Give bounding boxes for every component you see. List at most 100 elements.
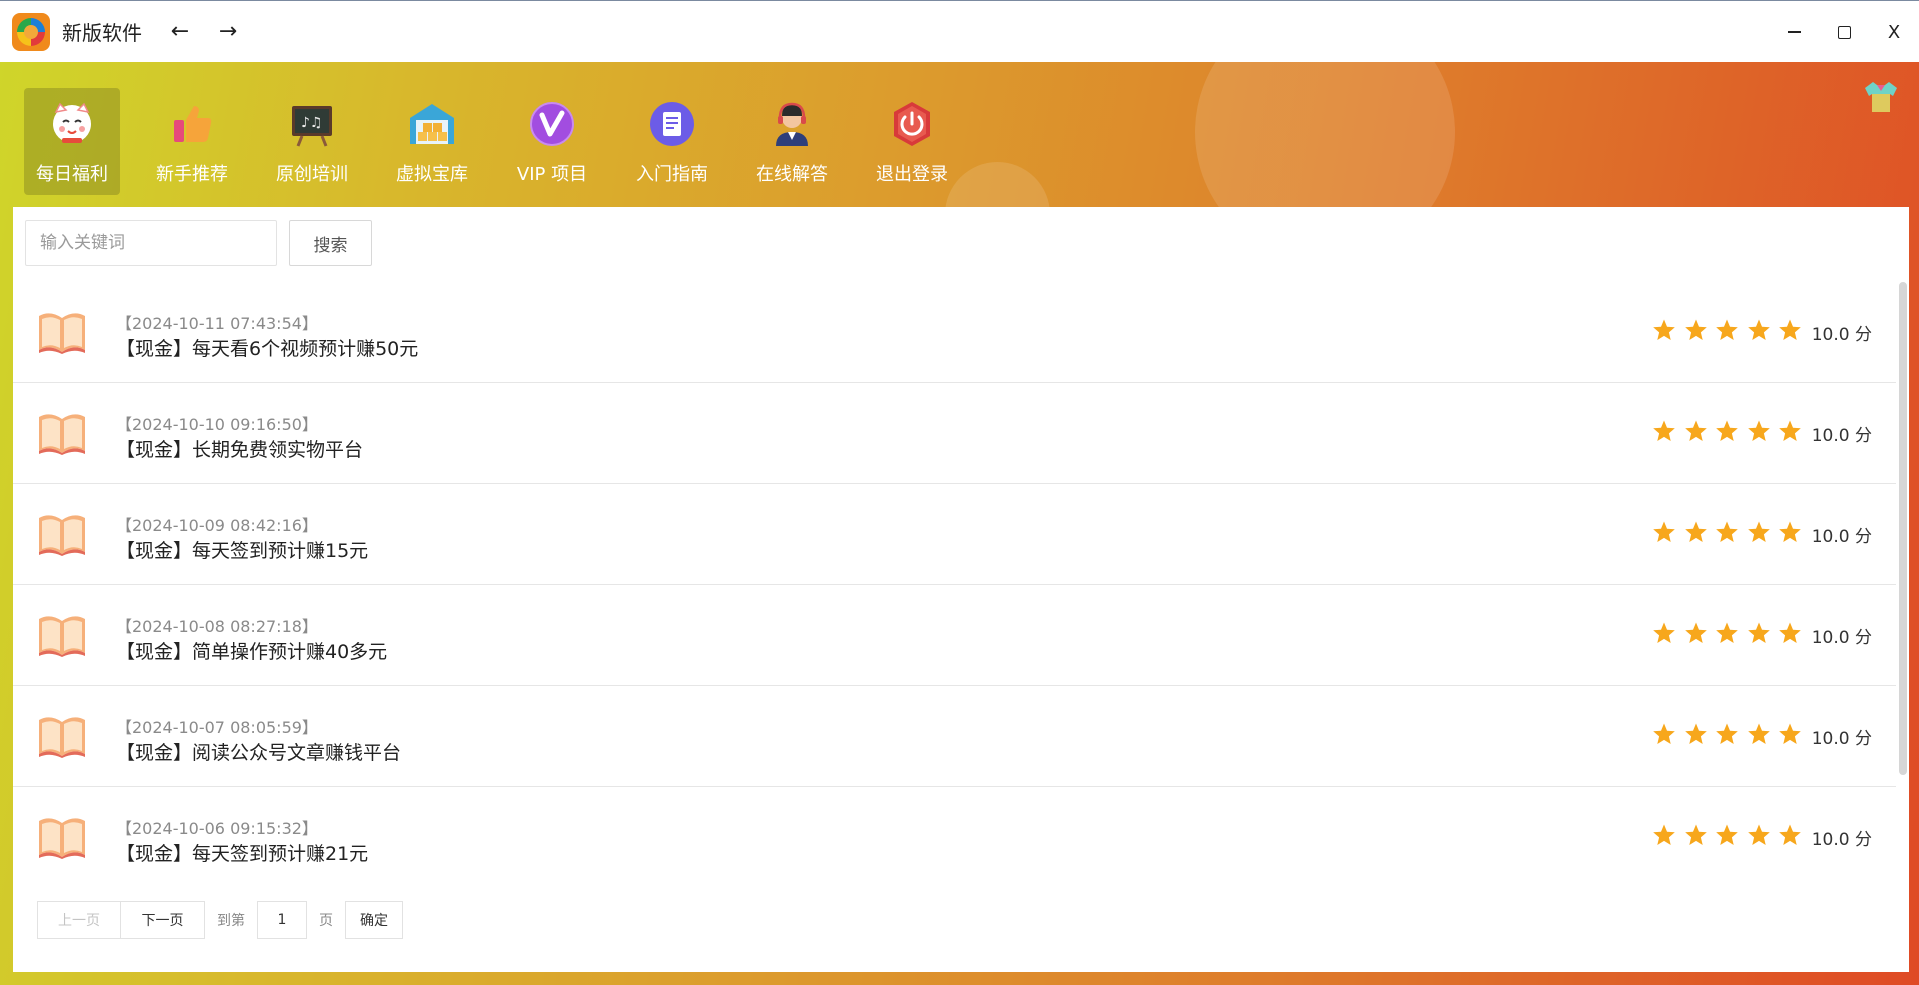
- prev-page-button[interactable]: 上一页: [37, 901, 121, 939]
- star-rating: [1645, 318, 1803, 342]
- star-icon: [1716, 723, 1738, 744]
- star-icon: [1716, 622, 1738, 643]
- close-button[interactable]: X: [1869, 1, 1919, 63]
- scrollbar[interactable]: [1896, 282, 1909, 775]
- list-item[interactable]: 【2024-10-09 08:42:16】 【现金】每天签到预计赚15元 10.0 …: [13, 484, 1896, 585]
- star-rating: [1645, 419, 1803, 443]
- tool-vip-projects[interactable]: VIP 项目: [504, 88, 600, 195]
- search-button[interactable]: 搜索: [289, 220, 372, 266]
- tool-label: 虚拟宝库: [396, 164, 468, 185]
- thumbs-up-icon: [168, 100, 216, 148]
- skin-shirt-icon[interactable]: [1861, 80, 1901, 114]
- tool-label: 原创培训: [276, 164, 348, 185]
- star-icon: [1684, 622, 1707, 643]
- star-icon: [1653, 622, 1675, 643]
- page-number-input[interactable]: [257, 901, 307, 939]
- app-logo-icon: [12, 12, 50, 51]
- star-icon: [1684, 521, 1707, 542]
- star-rating: [1645, 520, 1803, 544]
- item-title[interactable]: 【现金】每天签到预计赚15元: [116, 536, 368, 563]
- minimize-button[interactable]: [1769, 1, 1819, 63]
- star-icon: [1716, 521, 1738, 542]
- star-icon: [1779, 824, 1801, 845]
- star-icon: [1716, 319, 1738, 340]
- tool-original-training[interactable]: ♪♫ 原创培训: [264, 88, 360, 195]
- star-icon: [1747, 723, 1770, 744]
- tool-online-support[interactable]: 在线解答: [744, 88, 840, 195]
- main-toolbar: 每日福利 新手推荐 ♪♫ 原创培训 虚拟宝库 VIP 项目 入门指南 在线解答 …: [24, 88, 984, 195]
- article-list: 【2024-10-11 07:43:54】 【现金】每天看6个视频预计赚50元 10…: [13, 282, 1896, 888]
- blackboard-icon: ♪♫: [288, 100, 336, 148]
- open-book-icon: [37, 815, 87, 859]
- star-icon: [1747, 824, 1770, 845]
- star-rating: [1645, 823, 1803, 847]
- tool-virtual-treasury[interactable]: 虚拟宝库: [384, 88, 480, 195]
- back-arrow-icon[interactable]: ←: [166, 19, 194, 44]
- list-item[interactable]: 【2024-10-06 09:15:32】 【现金】每天签到预计赚21元 10.0 …: [13, 787, 1896, 888]
- open-book-icon: [37, 310, 87, 354]
- window-controls: X: [1769, 1, 1919, 63]
- star-icon: [1653, 824, 1675, 845]
- item-date: 【2024-10-11 07:43:54】: [116, 314, 318, 333]
- star-icon: [1653, 319, 1675, 340]
- search-input[interactable]: [25, 220, 277, 266]
- next-page-button[interactable]: 下一页: [121, 901, 205, 939]
- item-title[interactable]: 【现金】每天签到预计赚21元: [116, 839, 368, 866]
- star-icon: [1716, 420, 1738, 441]
- maximize-icon: [1837, 25, 1851, 39]
- star-icon: [1747, 622, 1770, 643]
- content-panel: 搜索 【2024-10-11 07:43:54】【现金】每天看6个视频预计赚50…: [13, 207, 1909, 972]
- item-title[interactable]: 【现金】简单操作预计赚40多元: [116, 637, 387, 664]
- star-icon: [1747, 521, 1770, 542]
- star-icon: [1684, 723, 1707, 744]
- list-item[interactable]: 【2024-10-08 08:27:18】 【现金】简单操作预计赚40多元 10.0…: [13, 585, 1896, 686]
- lucky-cat-icon: [48, 100, 96, 148]
- close-icon: X: [1887, 21, 1901, 43]
- tool-getting-started[interactable]: 入门指南: [624, 88, 720, 195]
- document-icon: [648, 100, 696, 148]
- tool-label: 退出登录: [876, 164, 948, 185]
- open-book-icon: [37, 714, 87, 758]
- list-item[interactable]: 【2024-10-10 09:16:50】 【现金】长期免费领实物平台 10.0 分: [13, 383, 1896, 484]
- confirm-page-button[interactable]: 确定: [345, 901, 403, 939]
- star-icon: [1653, 420, 1675, 441]
- star-icon: [1747, 319, 1770, 340]
- item-date: 【2024-10-07 08:05:59】: [116, 718, 318, 737]
- star-icon: [1684, 319, 1707, 340]
- item-date: 【2024-10-10 09:16:50】: [116, 415, 318, 434]
- app-title: 新版软件: [62, 21, 142, 45]
- tool-beginner-recommend[interactable]: 新手推荐: [144, 88, 240, 195]
- star-icon: [1684, 420, 1707, 441]
- tool-daily-benefits[interactable]: 每日福利: [24, 88, 120, 195]
- star-rating: [1645, 621, 1803, 645]
- tool-logout[interactable]: 退出登录: [864, 88, 960, 195]
- item-title[interactable]: 【现金】阅读公众号文章赚钱平台: [116, 738, 401, 765]
- item-title[interactable]: 【现金】每天看6个视频预计赚50元: [116, 334, 418, 361]
- page-unit-label: 页: [319, 913, 333, 929]
- item-score: 10.0 分: [1811, 729, 1872, 749]
- maximize-button[interactable]: [1819, 1, 1869, 63]
- star-icon: [1684, 824, 1707, 845]
- item-score: 10.0 分: [1811, 628, 1872, 648]
- star-icon: [1779, 521, 1801, 542]
- star-icon: [1653, 521, 1675, 542]
- star-icon: [1779, 723, 1801, 744]
- item-score: 10.0 分: [1811, 830, 1872, 850]
- star-icon: [1653, 723, 1675, 744]
- star-icon: [1779, 420, 1801, 441]
- svg-text:♪♫: ♪♫: [301, 115, 323, 131]
- item-date: 【2024-10-06 09:15:32】: [116, 819, 318, 838]
- item-date: 【2024-10-08 08:27:18】: [116, 617, 318, 636]
- scrollbar-thumb[interactable]: [1899, 282, 1907, 775]
- list-item[interactable]: 【2024-10-07 08:05:59】 【现金】阅读公众号文章赚钱平台 10.0…: [13, 686, 1896, 787]
- warehouse-icon: [408, 100, 456, 148]
- vip-badge-icon: [528, 100, 576, 148]
- open-book-icon: [37, 411, 87, 455]
- forward-arrow-icon[interactable]: →: [214, 19, 242, 44]
- list-item[interactable]: 【2024-10-11 07:43:54】 【现金】每天看6个视频预计赚50元 10…: [13, 282, 1896, 383]
- power-icon: [888, 100, 936, 148]
- open-book-icon: [37, 613, 87, 657]
- item-score: 10.0 分: [1811, 527, 1872, 547]
- tool-label: 在线解答: [756, 164, 828, 185]
- item-title[interactable]: 【现金】长期免费领实物平台: [116, 435, 363, 462]
